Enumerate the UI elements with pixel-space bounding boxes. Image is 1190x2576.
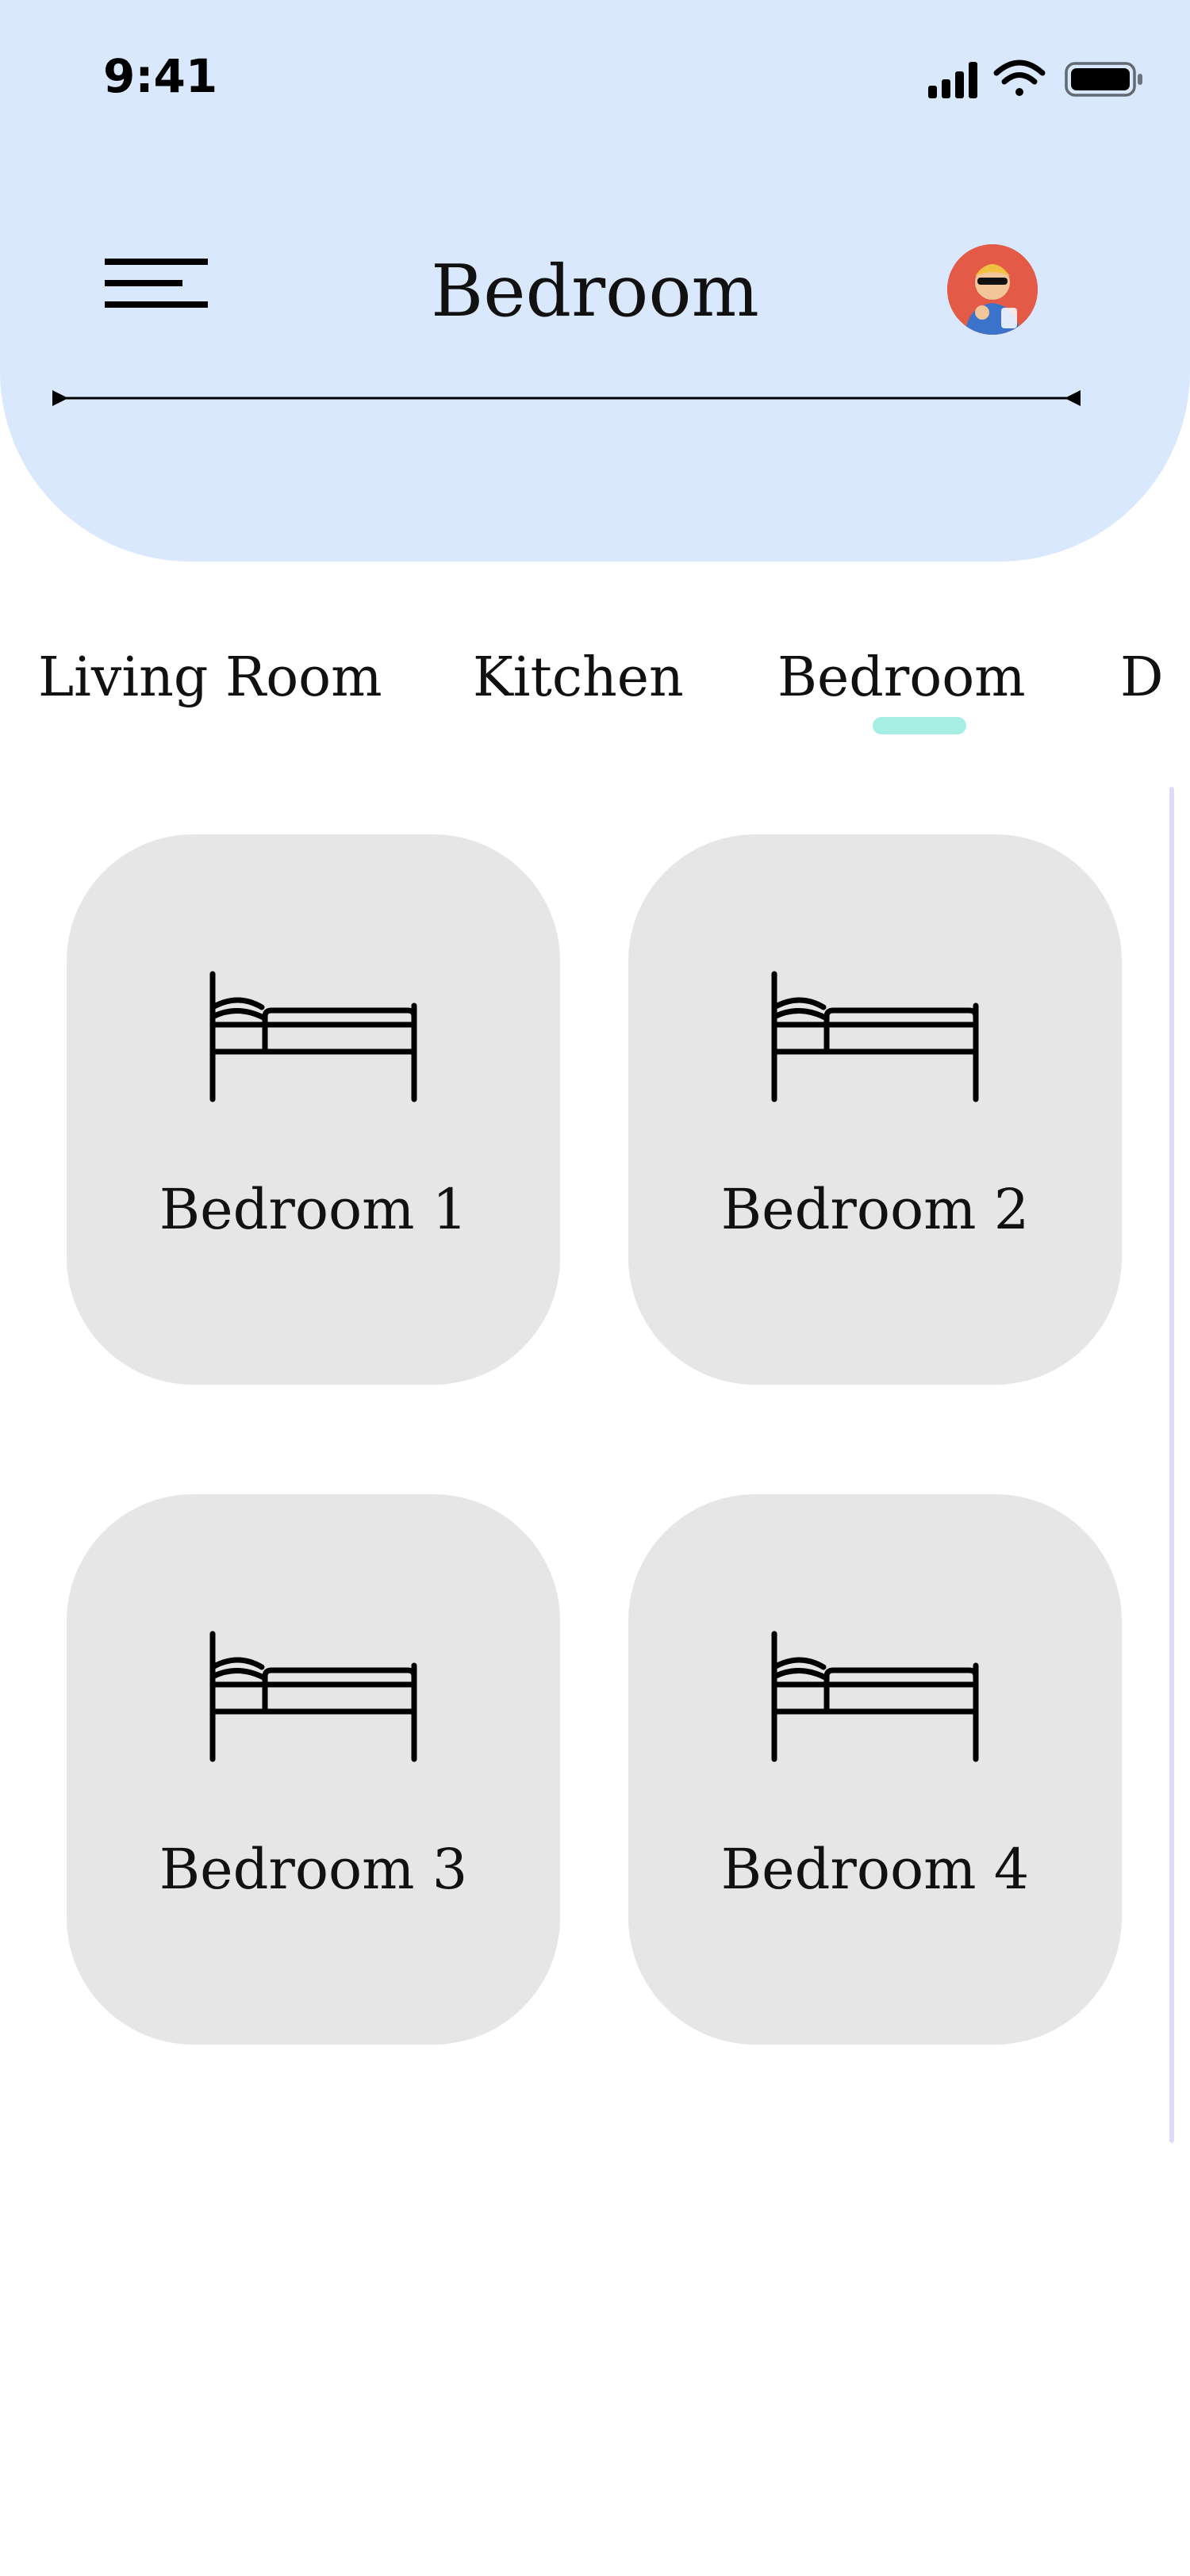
scrollbar[interactable] (1169, 787, 1174, 2143)
tab-living-room[interactable]: Living Room (38, 642, 382, 714)
room-card-bedroom-4[interactable]: Bedroom 4 (628, 1494, 1122, 2045)
signal-icon (928, 62, 977, 98)
header-divider (52, 390, 1081, 406)
room-tabs: Living Room Kitchen Bedroom D (0, 642, 1190, 738)
status-time: 9:41 (103, 49, 218, 103)
card-label: Bedroom 2 (720, 1177, 1030, 1242)
room-card-bedroom-1[interactable]: Bedroom 1 (67, 834, 560, 1385)
bed-icon (209, 1631, 417, 1762)
card-label: Bedroom 4 (720, 1837, 1030, 1902)
card-label: Bedroom 3 (159, 1837, 468, 1902)
app-screen: 9:41 Bedroom Living Room Kitchen Bedroom… (0, 0, 1190, 2576)
page-title-text: Bedroom (431, 250, 759, 333)
avatar-illustration (947, 244, 1038, 335)
bed-icon (771, 971, 979, 1102)
tab-kitchen[interactable]: Kitchen (473, 642, 684, 714)
room-card-bedroom-3[interactable]: Bedroom 3 (67, 1494, 560, 2045)
bed-icon (209, 971, 417, 1102)
tab-d[interactable]: D (1120, 642, 1164, 714)
bed-icon (771, 1631, 979, 1762)
battery-icon (1065, 62, 1142, 97)
card-label: Bedroom 1 (159, 1177, 468, 1242)
wifi-icon (993, 59, 1046, 96)
room-card-bedroom-2[interactable]: Bedroom 2 (628, 834, 1122, 1385)
status-icons (928, 59, 1142, 98)
active-tab-indicator (873, 717, 966, 734)
avatar[interactable] (947, 244, 1038, 335)
tab-bedroom[interactable]: Bedroom (777, 642, 1026, 714)
